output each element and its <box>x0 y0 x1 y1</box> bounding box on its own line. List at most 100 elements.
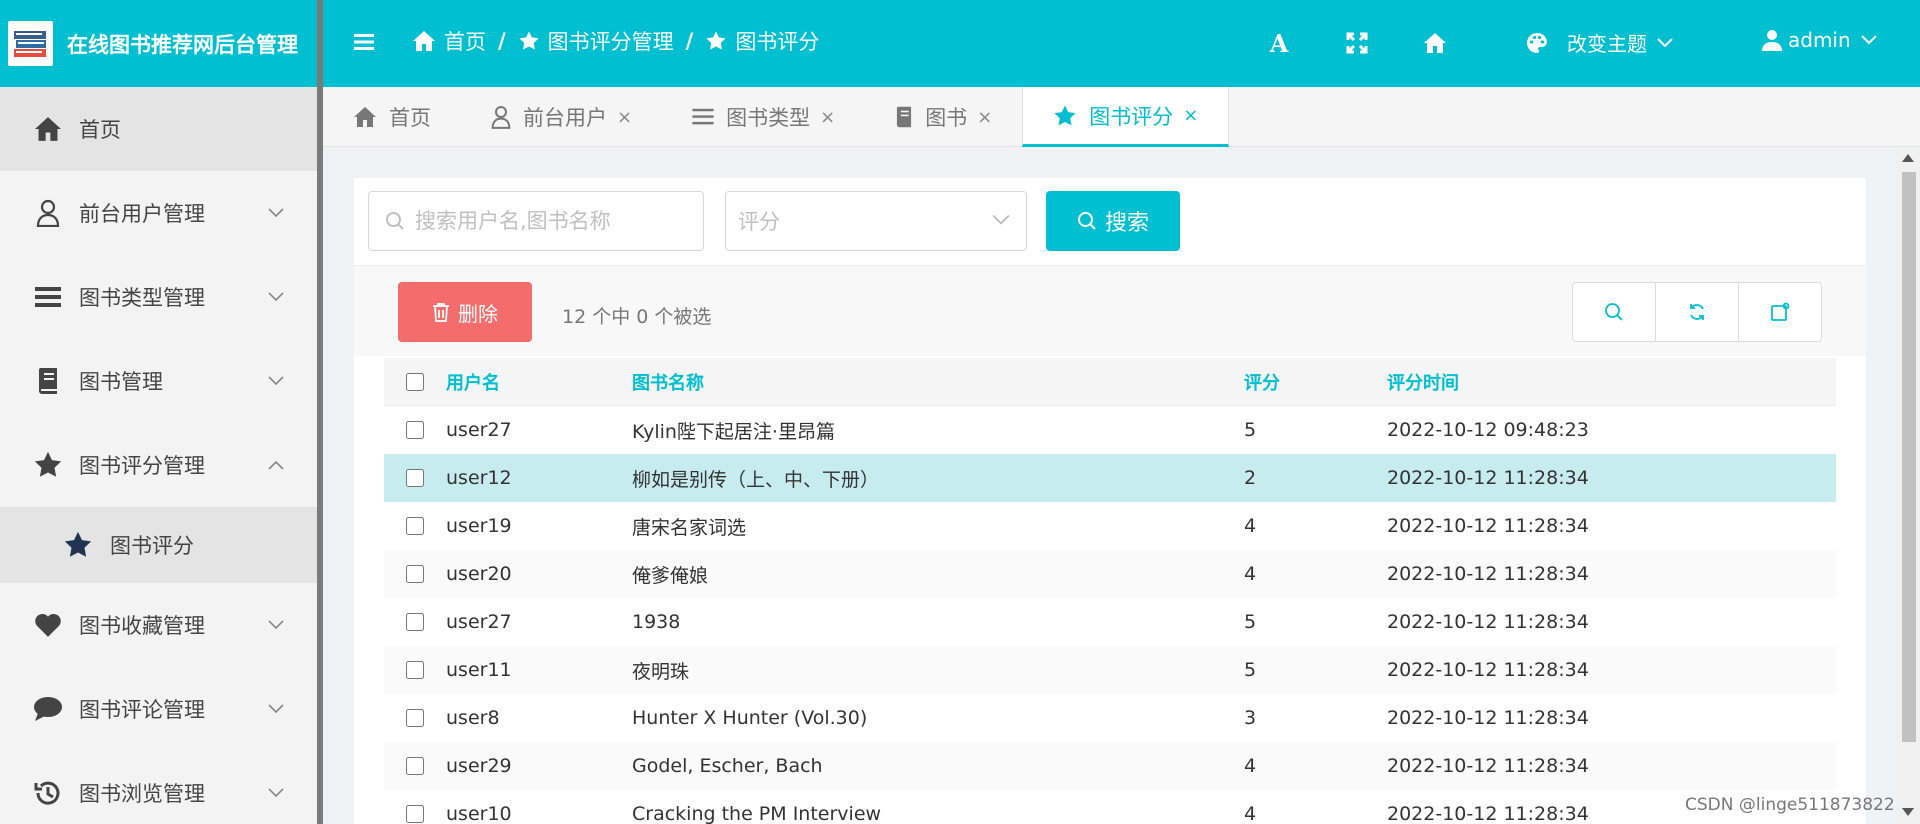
cell-score: 5 <box>1244 659 1257 681</box>
sidebar-item-home[interactable]: 首页 <box>0 87 317 171</box>
scroll-up-arrow[interactable] <box>1902 154 1914 162</box>
toggle-search-button[interactable] <box>1573 283 1656 341</box>
home-icon <box>354 107 376 127</box>
rating-select[interactable]: 评分 <box>725 191 1027 251</box>
row-checkbox[interactable] <box>406 709 424 727</box>
tab-home[interactable]: 首页 <box>323 87 461 147</box>
star-icon <box>706 31 726 50</box>
search-input[interactable] <box>415 209 695 233</box>
table-row[interactable]: user27 Kylin陛下起居注·里昂篇 5 2022-10-12 09:48… <box>384 406 1836 454</box>
close-icon[interactable]: × <box>977 107 992 128</box>
content-card: 评分 搜索 删除 12 个中 0 个被选 用户名 图书名称 评分 评分时间 <box>354 178 1866 824</box>
tab-book-types[interactable]: 图书类型 × <box>662 87 865 147</box>
row-checkbox[interactable] <box>406 661 424 679</box>
selection-count: 12 个中 0 个被选 <box>562 306 712 328</box>
column-header-username[interactable]: 用户名 <box>446 369 632 395</box>
chevron-down-icon <box>268 788 284 798</box>
close-icon[interactable]: × <box>617 107 632 128</box>
row-checkbox[interactable] <box>406 565 424 583</box>
table-row[interactable]: user29 Godel, Escher, Bach 4 2022-10-12 … <box>384 742 1836 790</box>
search-icon <box>386 212 404 230</box>
breadcrumb-rating: 图书评分 <box>705 26 819 56</box>
close-icon[interactable]: × <box>1183 105 1198 126</box>
history-icon <box>32 777 64 809</box>
tab-book-rating[interactable]: 图书评分 × <box>1022 87 1230 147</box>
home-icon[interactable] <box>1422 30 1448 56</box>
search-button[interactable]: 搜索 <box>1046 191 1180 251</box>
sidebar-subitem-rating[interactable]: 图书评分 <box>0 507 317 583</box>
tab-users[interactable]: 前台用户 × <box>461 87 662 147</box>
cell-score: 4 <box>1244 803 1257 824</box>
sidebar-item-favorites[interactable]: 图书收藏管理 <box>0 583 317 667</box>
breadcrumb: 首页 / 图书评分管理 / 图书评分 <box>412 26 819 56</box>
table-row[interactable]: user10 Cracking the PM Interview 4 2022-… <box>384 790 1836 824</box>
row-checkbox[interactable] <box>406 421 424 439</box>
cell-rating-time: 2022-10-12 11:28:34 <box>1387 563 1589 585</box>
scroll-down-arrow[interactable] <box>1902 808 1914 816</box>
cell-rating-time: 2022-10-12 11:28:34 <box>1387 467 1589 489</box>
row-checkbox[interactable] <box>406 613 424 631</box>
cell-username: user12 <box>446 467 512 489</box>
tab-books[interactable]: 图书 × <box>865 87 1022 147</box>
cell-username: user27 <box>446 611 512 633</box>
row-checkbox[interactable] <box>406 805 424 823</box>
breadcrumb-rating-mgmt[interactable]: 图书评分管理 <box>518 26 674 56</box>
ratings-table: 用户名 图书名称 评分 评分时间 user27 Kylin陛下起居注·里昂篇 5… <box>384 358 1836 824</box>
book-icon <box>897 106 912 128</box>
sidebar-item-users[interactable]: 前台用户管理 <box>0 171 317 255</box>
table-row[interactable]: user8 Hunter X Hunter (Vol.30) 3 2022-10… <box>384 694 1836 742</box>
sidebar-item-books[interactable]: 图书管理 <box>0 339 317 423</box>
sidebar-item-history[interactable]: 图书浏览管理 <box>0 751 317 824</box>
close-icon[interactable]: × <box>820 107 835 128</box>
menu-toggle-icon[interactable] <box>352 30 376 54</box>
brand-title: 在线图书推荐网后台管理 <box>67 32 298 57</box>
refresh-button[interactable] <box>1656 283 1739 341</box>
delete-button[interactable]: 删除 <box>398 282 532 342</box>
row-checkbox[interactable] <box>406 517 424 535</box>
table-row[interactable]: user27 1938 5 2022-10-12 11:28:34 <box>384 598 1836 646</box>
brand: 在线图书推荐网后台管理 <box>0 0 317 87</box>
table-tool-group <box>1572 282 1822 342</box>
fullscreen-icon[interactable] <box>1344 30 1370 56</box>
column-header-score[interactable]: 评分 <box>1244 369 1387 395</box>
chevron-up-icon <box>268 460 284 470</box>
cell-book-name: 夜明珠 <box>632 660 690 683</box>
trash-icon <box>433 303 449 322</box>
table-row[interactable]: user11 夜明珠 5 2022-10-12 11:28:34 <box>384 646 1836 694</box>
cell-rating-time: 2022-10-12 11:28:34 <box>1387 755 1589 777</box>
tab-bar: 首页 前台用户 × 图书类型 × 图书 × 图书评分 × <box>323 87 1920 147</box>
scrollbar-thumb[interactable] <box>1902 172 1916 742</box>
table-row[interactable]: user20 俺爹俺娘 4 2022-10-12 11:28:34 <box>384 550 1836 598</box>
column-header-book-name[interactable]: 图书名称 <box>632 369 1244 395</box>
sidebar-item-book-types[interactable]: 图书类型管理 <box>0 255 317 339</box>
column-settings-button[interactable] <box>1739 283 1821 341</box>
sidebar-item-ratings[interactable]: 图书评分管理 <box>0 423 317 507</box>
sidebar-item-comments[interactable]: 图书评论管理 <box>0 667 317 751</box>
table-row[interactable]: user19 唐宋名家词选 4 2022-10-12 11:28:34 <box>384 502 1836 550</box>
select-all-checkbox[interactable] <box>406 372 424 391</box>
cell-rating-time: 2022-10-12 11:28:34 <box>1387 611 1589 633</box>
breadcrumb-home[interactable]: 首页 <box>412 26 486 56</box>
user-name: admin <box>1788 28 1851 52</box>
cell-rating-time: 2022-10-12 11:28:34 <box>1387 707 1589 729</box>
breadcrumb-separator: / <box>498 29 506 53</box>
book-icon <box>32 365 64 397</box>
table-row[interactable]: user12 柳如是别传（上、中、下册） 2 2022-10-12 11:28:… <box>384 454 1836 502</box>
row-checkbox[interactable] <box>406 757 424 775</box>
search-field[interactable] <box>368 191 704 251</box>
change-theme-menu[interactable]: 改变主题 <box>1525 28 1673 57</box>
font-size-icon[interactable]: A <box>1266 29 1292 58</box>
list-icon <box>692 108 714 125</box>
cell-book-name: 1938 <box>632 611 681 633</box>
cell-username: user20 <box>446 563 512 585</box>
chevron-down-icon <box>268 208 284 218</box>
column-header-rating-time[interactable]: 评分时间 <box>1387 369 1687 395</box>
user-menu[interactable]: admin <box>1762 28 1877 52</box>
cell-score: 4 <box>1244 563 1257 585</box>
cell-rating-time: 2022-10-12 11:28:34 <box>1387 659 1589 681</box>
cell-username: user11 <box>446 659 512 681</box>
row-checkbox[interactable] <box>406 469 424 487</box>
list-icon <box>32 281 64 313</box>
cell-score: 2 <box>1244 467 1257 489</box>
chevron-down-icon <box>268 376 284 386</box>
